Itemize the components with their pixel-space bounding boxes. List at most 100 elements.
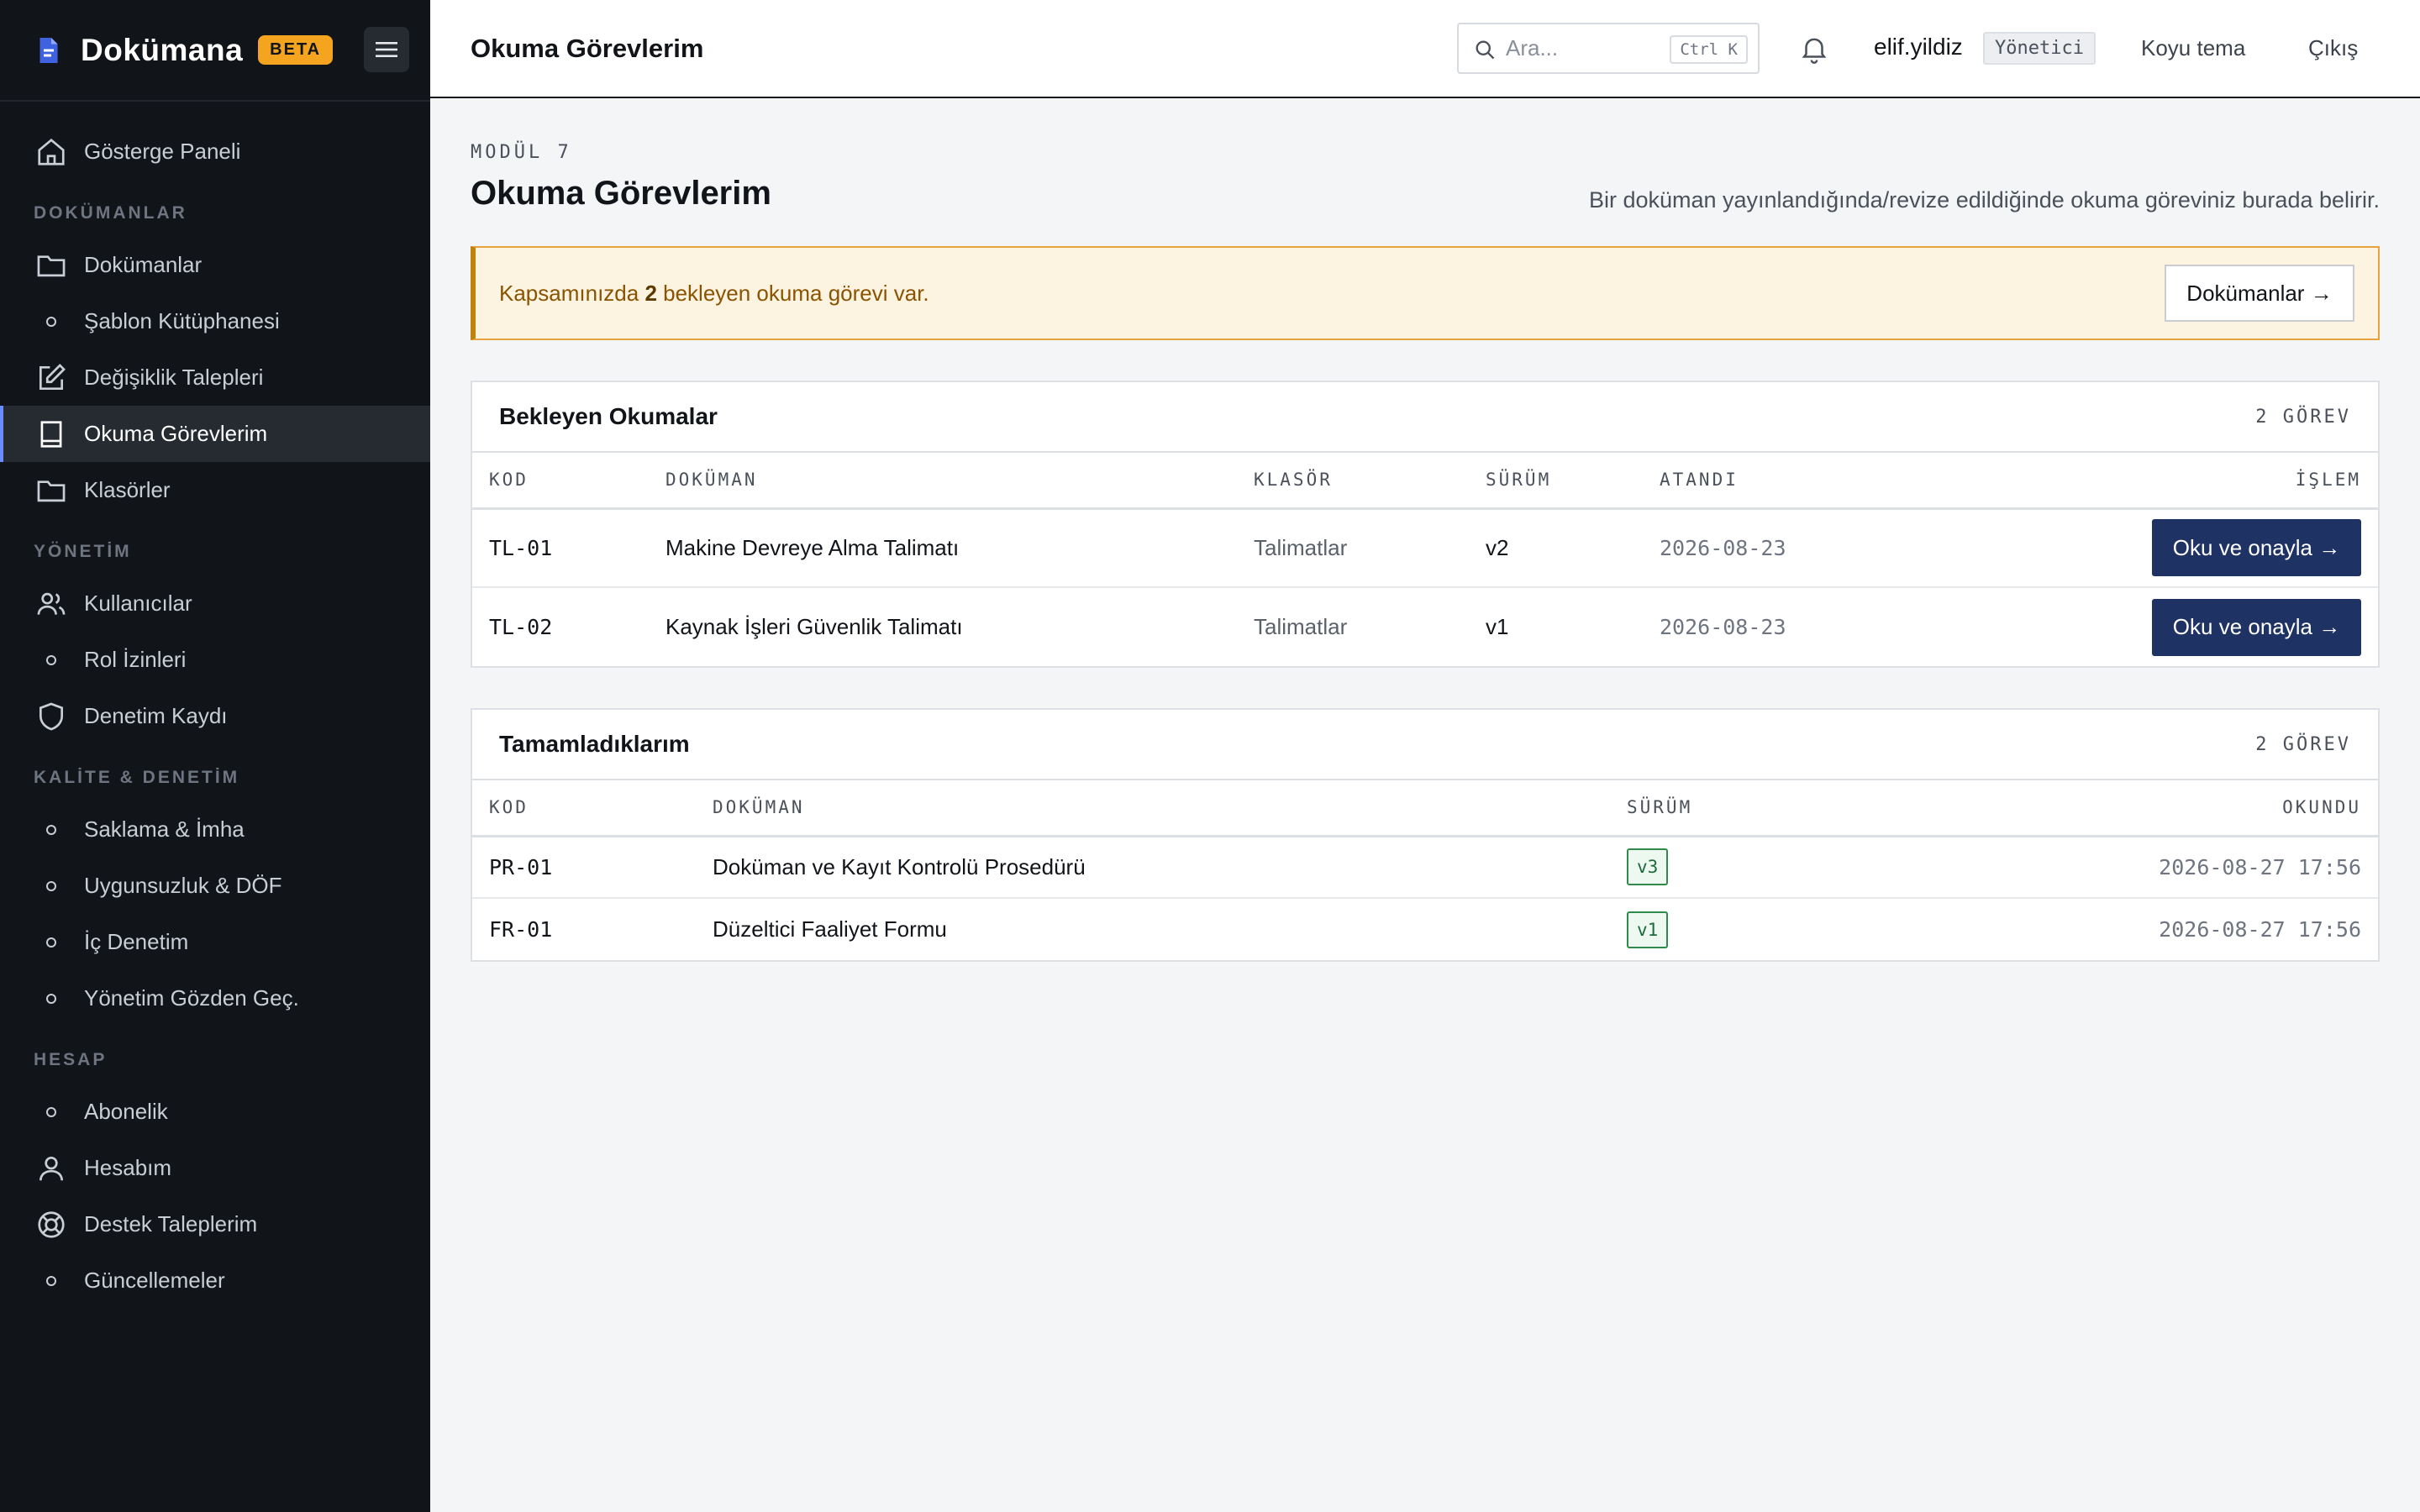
sidebar-item-change-requests[interactable]: Değişiklik Talepleri — [0, 349, 430, 406]
dot-icon — [46, 316, 56, 327]
documents-button[interactable]: Dokümanlar → — [2165, 265, 2354, 322]
table-row: TL-02 Kaynak İşleri Güvenlik Talimatı Ta… — [472, 587, 2378, 666]
table-row: PR-01 Doküman ve Kayıt Kontrolü Prosedür… — [472, 836, 2378, 899]
completed-table: KOD DOKÜMAN SÜRÜM OKUNDU PR-01 Doküman v… — [472, 780, 2378, 960]
action-cell: Oku ve onayla → — [1878, 508, 2378, 588]
column-header: KOD — [472, 453, 649, 510]
dot-icon — [46, 1275, 56, 1286]
search-icon — [1476, 40, 1495, 60]
sidebar-item-reading-tasks[interactable]: Okuma Görevlerim — [0, 406, 430, 462]
sidebar-item-label: Yönetim Gözden Geç. — [84, 985, 299, 1011]
alert-text: Kapsamınızda 2 bekleyen okuma görevi var… — [499, 280, 929, 306]
sidebar-item-retention[interactable]: Saklama & İmha — [0, 801, 430, 858]
sidebar-item-label: Abonelik — [84, 1099, 168, 1124]
edit-icon — [39, 363, 66, 390]
sidebar-item-dashboard[interactable]: Gösterge Paneli — [0, 123, 430, 180]
page-description: Bir doküman yayınlandığında/revize edild… — [1588, 187, 2380, 213]
read-at: 2026-08-27 17:56 — [2159, 917, 2361, 942]
dot-icon — [46, 993, 56, 1004]
sidebar-section-documents: DOKÜMANLAR — [34, 203, 187, 223]
theme-toggle[interactable]: Koyu tema — [2141, 35, 2245, 61]
sidebar-item-my-account[interactable]: Hesabım — [0, 1140, 430, 1196]
sidebar-item-audit-log[interactable]: Denetim Kaydı — [0, 688, 430, 744]
dot-icon — [46, 1106, 56, 1117]
sidebar-nav: Gösterge Paneli DOKÜMANLAR Dokümanlar Şa… — [0, 102, 430, 1309]
column-header: İŞLEM — [1878, 453, 2378, 510]
pending-table: KOD DOKÜMAN KLASÖR SÜRÜM ATANDI İŞLEM TL… — [472, 453, 2378, 666]
doc-code: FR-01 — [489, 917, 553, 942]
read-at: 2026-08-27 17:56 — [1887, 836, 2378, 899]
username[interactable]: elif.yildiz — [1874, 34, 1963, 60]
sidebar-item-label: Saklama & İmha — [84, 816, 245, 842]
version-cell: v1 — [1610, 898, 1887, 960]
sidebar-item-management-review[interactable]: Yönetim Gözden Geç. — [0, 970, 430, 1026]
column-header: DOKÜMAN — [696, 780, 1610, 837]
sidebar-item-internal-audit[interactable]: İç Denetim — [0, 914, 430, 970]
folder-icon — [37, 480, 66, 501]
sidebar-item-label: Rol İzinleri — [84, 647, 187, 672]
sidebar-item-subscription[interactable]: Abonelik — [0, 1084, 430, 1140]
sidebar-item-label: Uygunsuzluk & DÖF — [84, 873, 282, 898]
sidebar-item-label: Destek Taleplerim — [84, 1211, 258, 1236]
sidebar-item-template-library[interactable]: Şablon Kütüphanesi — [0, 293, 430, 349]
sidebar-item-label: İç Denetim — [84, 929, 189, 954]
search-shortcut: Ctrl K — [1670, 35, 1748, 64]
sidebar: Dokümana BETA Gösterge Paneli DOKÜMANLAR… — [0, 0, 430, 1512]
sidebar-item-label: Değişiklik Talepleri — [84, 365, 264, 390]
module-label: MODÜL 7 — [471, 142, 572, 163]
lifebuoy-icon — [38, 1210, 65, 1238]
sidebar-item-label: Okuma Görevlerim — [84, 421, 268, 446]
pending-alert: Kapsamınızda 2 bekleyen okuma görevi var… — [471, 246, 2380, 340]
read-and-approve-button[interactable]: Oku ve onayla → — [2152, 598, 2361, 656]
doc-title[interactable]: Doküman ve Kayıt Kontrolü Prosedürü — [696, 836, 1610, 899]
assigned-date: 2026-08-23 — [1660, 615, 1786, 639]
search-input[interactable]: Ara... Ctrl K — [1457, 23, 1760, 74]
home-icon — [38, 138, 65, 165]
doc-code: TL-02 — [489, 615, 553, 639]
dot-icon — [46, 880, 56, 891]
doc-title[interactable]: Düzeltici Faaliyet Formu — [696, 898, 1610, 960]
book-icon — [40, 420, 62, 448]
sidebar-item-label: Denetim Kaydı — [84, 703, 228, 728]
dot-icon — [46, 824, 56, 835]
sidebar-item-label: Hesabım — [84, 1155, 172, 1180]
app-root: Dokümana BETA Gösterge Paneli DOKÜMANLAR… — [0, 0, 2420, 1512]
assigned-date: 2026-08-23 — [1643, 508, 1878, 588]
bell-icon[interactable] — [1798, 32, 1830, 66]
sidebar-item-label: Şablon Kütüphanesi — [84, 308, 280, 333]
read-and-approve-button[interactable]: Oku ve onayla → — [2152, 519, 2361, 577]
card-header: Tamamladıklarım 2 GÖREV — [472, 710, 2378, 780]
doc-folder: Talimatlar — [1237, 508, 1469, 588]
doc-version: v2 — [1469, 508, 1643, 588]
sidebar-item-folders[interactable]: Klasörler — [0, 462, 430, 518]
column-header: SÜRÜM — [1610, 780, 1887, 837]
menu-toggle-button[interactable] — [364, 27, 409, 72]
sidebar-item-documents[interactable]: Dokümanlar — [0, 237, 430, 293]
sidebar-item-users[interactable]: Kullanıcılar — [0, 575, 430, 632]
users-icon — [37, 592, 66, 615]
brand-name: Dokümana — [81, 32, 244, 67]
sidebar-item-label: Klasörler — [84, 477, 171, 502]
column-header: KLASÖR — [1237, 453, 1469, 510]
sidebar-section-account: HESAP — [34, 1050, 108, 1069]
sidebar-item-label: Dokümanlar — [84, 252, 203, 277]
card-title: Tamamladıklarım — [499, 731, 690, 757]
table-row: TL-01 Makine Devreye Alma Talimatı Talim… — [472, 508, 2378, 588]
action-cell: Oku ve onayla → — [1878, 587, 2378, 666]
doc-code: TL-01 — [472, 508, 649, 588]
sidebar-item-support[interactable]: Destek Taleplerim — [0, 1196, 430, 1252]
sidebar-item-role-permissions[interactable]: Rol İzinleri — [0, 632, 430, 688]
alert-count: 2 — [644, 280, 657, 306]
column-header: SÜRÜM — [1469, 453, 1643, 510]
task-count: 2 GÖREV — [2255, 406, 2351, 428]
version-badge: v1 — [1627, 911, 1669, 948]
sidebar-item-updates[interactable]: Güncellemeler — [0, 1252, 430, 1309]
column-header: DOKÜMAN — [649, 453, 1237, 510]
doc-folder: Talimatlar — [1254, 614, 1348, 639]
doc-title[interactable]: Kaynak İşleri Güvenlik Talimatı — [649, 587, 1237, 666]
logout-button[interactable]: Çıkış — [2308, 35, 2358, 61]
doc-title[interactable]: Makine Devreye Alma Talimatı — [649, 508, 1237, 588]
sidebar-item-nonconformity[interactable]: Uygunsuzluk & DÖF — [0, 858, 430, 914]
document-logo-icon — [39, 37, 58, 63]
card-title: Bekleyen Okumalar — [499, 403, 718, 429]
